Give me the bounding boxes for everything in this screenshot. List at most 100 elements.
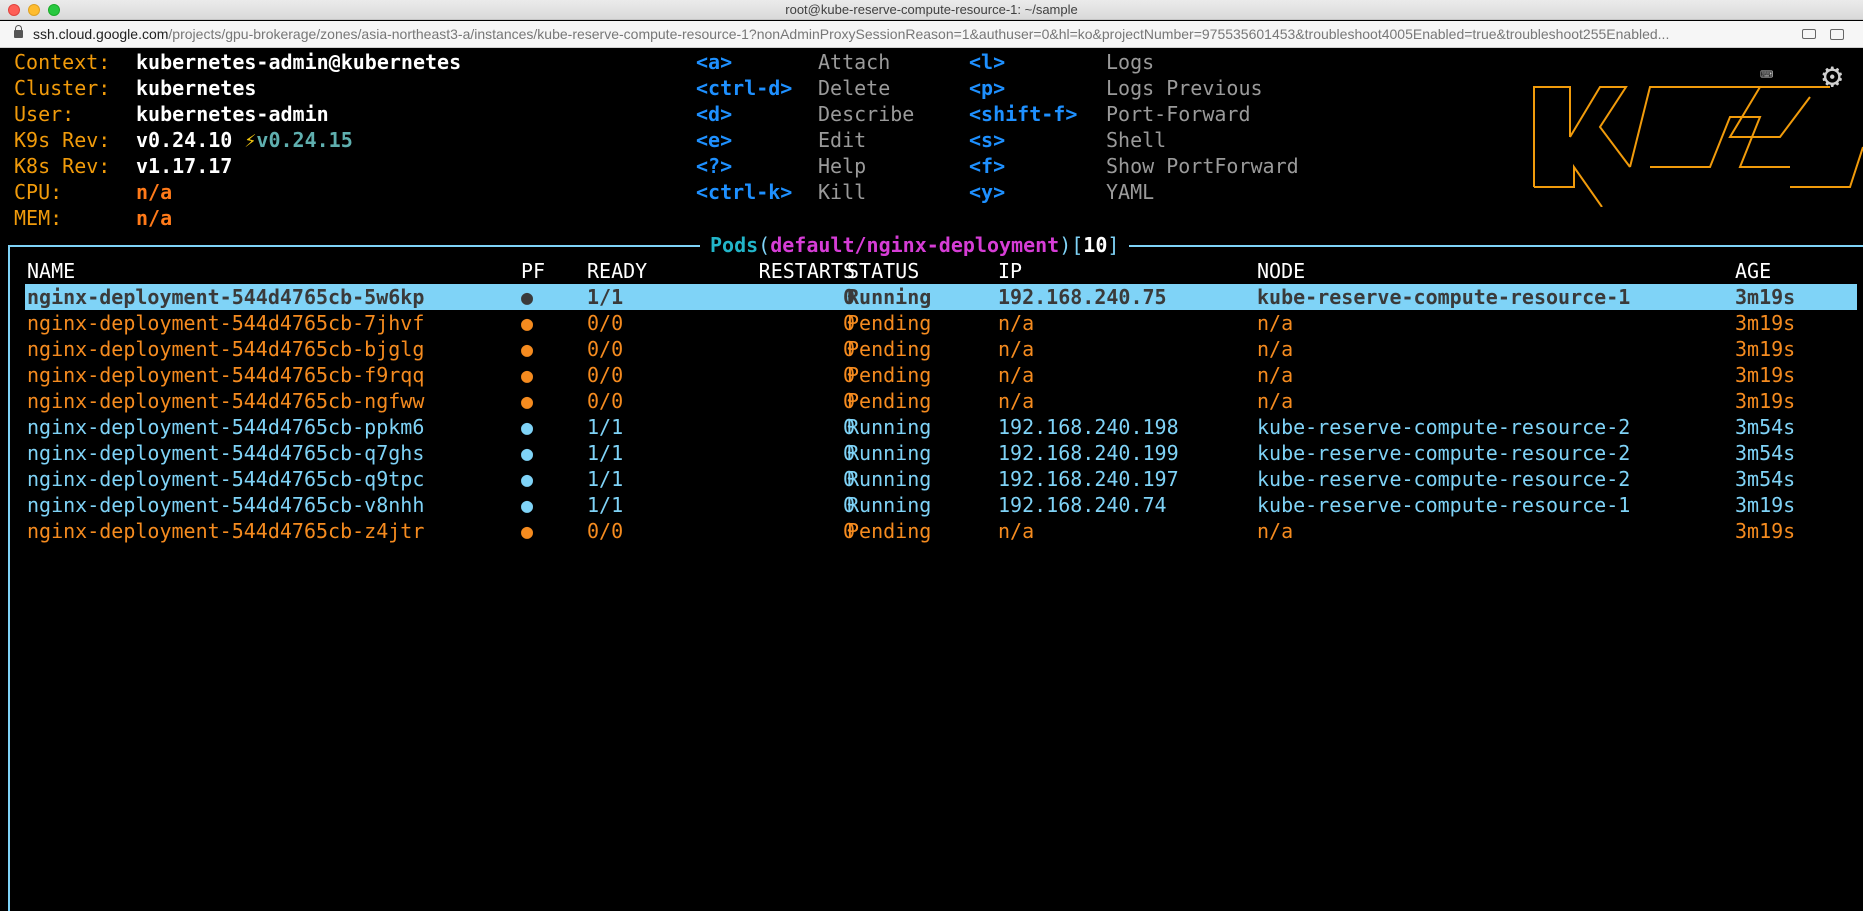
pod-ip: 192.168.240.75 — [998, 285, 1167, 309]
pf-dot: ● — [521, 493, 534, 517]
table-row[interactable]: nginx-deployment-544d4765cb-f9rqq ● 0/0 … — [25, 362, 1857, 388]
pod-age: 3m19s — [1735, 389, 1796, 413]
pod-ready: 1/1 — [587, 467, 624, 491]
pod-ip: n/a — [998, 363, 1035, 387]
k9s-rev-label: K9s Rev: — [14, 128, 111, 152]
hotkey-key: <s> — [969, 128, 1006, 152]
pod-node: kube-reserve-compute-resource-2 — [1257, 441, 1631, 465]
hotkey-key: <y> — [969, 180, 1006, 204]
keyboard-icon[interactable] — [1802, 29, 1816, 39]
cpu-value: n/a — [136, 180, 173, 204]
col-restarts-header[interactable]: RESTARTS — [723, 258, 855, 284]
upgrade-bolt-icon: ⚡ — [244, 128, 257, 152]
table-row[interactable]: nginx-deployment-544d4765cb-ppkm6 ● 1/1 … — [25, 414, 1857, 440]
hotkey-action: Logs Previous — [1106, 76, 1263, 100]
hotkey-key: <f> — [969, 154, 1006, 178]
cpu-label: CPU: — [14, 180, 63, 204]
hotkey-action: Logs — [1106, 50, 1155, 74]
mem-label: MEM: — [14, 206, 63, 230]
cluster-label: Cluster: — [14, 76, 111, 100]
window-titlebar: root@kube-reserve-compute-resource-1: ~/… — [0, 0, 1863, 20]
user-value: kubernetes-admin — [136, 102, 329, 126]
hotkey-action: Help — [818, 154, 867, 178]
pod-count: 10 — [1083, 233, 1108, 257]
lock-icon — [14, 25, 23, 38]
hotkey-action: YAML — [1106, 180, 1155, 204]
pod-age: 3m19s — [1735, 493, 1796, 517]
user-label: User: — [14, 102, 75, 126]
pod-age: 3m54s — [1735, 467, 1796, 491]
pod-age: 3m19s — [1735, 285, 1796, 309]
pod-restarts: 0 — [842, 493, 855, 517]
pod-node: n/a — [1257, 311, 1294, 335]
settings-gear-icon[interactable]: ⚙ — [1822, 59, 1842, 93]
k9s-terminal[interactable]: Context: kubernetes-admin@kubernetes Clu… — [0, 49, 1863, 911]
col-status-header[interactable]: STATUS — [847, 258, 919, 284]
pod-ready: 0/0 — [587, 363, 624, 387]
table-row[interactable]: nginx-deployment-544d4765cb-ngfww ● 0/0 … — [25, 388, 1857, 414]
col-node-header[interactable]: NODE — [1257, 258, 1305, 284]
keyboard-icon[interactable]: ⌨ — [1760, 63, 1773, 89]
screen-share-icon[interactable] — [1830, 29, 1844, 40]
pod-ip: n/a — [998, 311, 1035, 335]
table-row[interactable]: nginx-deployment-544d4765cb-7jhvf ● 0/0 … — [25, 310, 1857, 336]
pod-name: nginx-deployment-544d4765cb-v8nhh — [27, 493, 425, 517]
hotkey-action: Show PortForward — [1106, 154, 1299, 178]
pod-ip: 192.168.240.197 — [998, 467, 1179, 491]
close-window-button[interactable] — [8, 4, 20, 16]
pod-node: kube-reserve-compute-resource-1 — [1257, 493, 1631, 517]
pod-node: n/a — [1257, 337, 1294, 361]
maximize-window-button[interactable] — [48, 4, 60, 16]
pod-status: Running — [847, 441, 932, 465]
pod-name: nginx-deployment-544d4765cb-bjglg — [27, 337, 425, 361]
table-row[interactable]: nginx-deployment-544d4765cb-bjglg ● 0/0 … — [25, 336, 1857, 362]
table-row[interactable]: nginx-deployment-544d4765cb-v8nhh ● 1/1 … — [25, 492, 1857, 518]
pod-ip: n/a — [998, 389, 1035, 413]
col-ready-header[interactable]: READY — [587, 258, 647, 284]
url-text[interactable]: ssh.cloud.google.com/projects/gpu-broker… — [33, 21, 1783, 47]
hotkey-action: Kill — [818, 180, 867, 204]
address-bar[interactable]: ssh.cloud.google.com/projects/gpu-broker… — [0, 21, 1863, 48]
pod-status: Running — [847, 285, 932, 309]
k9s-logo — [1530, 57, 1863, 207]
hotkey-key: <ctrl-k> — [696, 180, 793, 204]
pf-dot: ● — [521, 415, 534, 439]
hotkey-key: <e> — [696, 128, 733, 152]
pf-dot: ● — [521, 311, 534, 335]
pod-restarts: 0 — [842, 519, 855, 543]
pod-ip: 192.168.240.198 — [998, 415, 1179, 439]
cluster-value: kubernetes — [136, 76, 257, 100]
col-name-header[interactable]: NAME — [27, 258, 75, 284]
table-row[interactable]: nginx-deployment-544d4765cb-q9tpc ● 1/1 … — [25, 466, 1857, 492]
url-path: /projects/gpu-brokerage/zones/asia-north… — [168, 26, 1670, 42]
pf-dot: ● — [521, 519, 534, 543]
col-pf-header[interactable]: PF — [521, 258, 545, 284]
pod-name: nginx-deployment-544d4765cb-7jhvf — [27, 311, 425, 335]
table-row-selected[interactable]: nginx-deployment-544d4765cb-5w6kp ● 1/1 … — [25, 284, 1857, 310]
pod-age: 3m54s — [1735, 441, 1796, 465]
mem-value: n/a — [136, 206, 173, 230]
minimize-window-button[interactable] — [28, 4, 40, 16]
pod-age: 3m54s — [1735, 415, 1796, 439]
pod-ready: 0/0 — [587, 337, 624, 361]
pod-status: Pending — [847, 363, 932, 387]
hotkey-key: <shift-f> — [969, 102, 1078, 126]
pod-restarts: 0 — [842, 285, 855, 309]
hotkey-action: Describe — [818, 102, 915, 126]
hotkey-action: Shell — [1106, 128, 1167, 152]
pf-dot: ● — [521, 285, 534, 309]
pod-name: nginx-deployment-544d4765cb-f9rqq — [27, 363, 425, 387]
pod-ready: 0/0 — [587, 519, 624, 543]
pf-dot: ● — [521, 363, 534, 387]
table-row[interactable]: nginx-deployment-544d4765cb-z4jtr ● 0/0 … — [25, 518, 1857, 544]
pod-ip: 192.168.240.74 — [998, 493, 1167, 517]
col-age-header[interactable]: AGE — [1735, 258, 1771, 284]
context-label: Context: — [14, 50, 111, 74]
table-row[interactable]: nginx-deployment-544d4765cb-q7ghs ● 1/1 … — [25, 440, 1857, 466]
pod-ready: 0/0 — [587, 311, 624, 335]
pod-name: nginx-deployment-544d4765cb-ppkm6 — [27, 415, 425, 439]
pf-dot: ● — [521, 441, 534, 465]
window-title: root@kube-reserve-compute-resource-1: ~/… — [785, 2, 1078, 17]
col-ip-header[interactable]: IP — [998, 258, 1022, 284]
k9s-rev-value: v0.24.10 — [136, 128, 233, 152]
